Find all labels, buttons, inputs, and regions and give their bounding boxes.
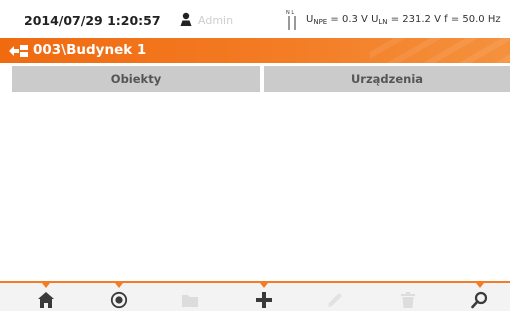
button-marker — [260, 283, 268, 288]
u-ln-value: = 231.2 V — [390, 14, 441, 25]
measurements: UNPE = 0.3 V ULN = 231.2 V f = 50.0 Hz — [306, 14, 501, 26]
svg-text:N L: N L — [286, 10, 294, 16]
folder-button[interactable] — [170, 283, 210, 311]
structure-icon — [9, 45, 28, 57]
frequency-value: f = 50.0 Hz — [444, 14, 501, 25]
user-icon — [180, 12, 192, 26]
bottom-toolbar — [0, 281, 510, 311]
button-marker — [42, 283, 50, 288]
search-button[interactable] — [460, 283, 500, 311]
current-path: 003\Budynek 1 — [33, 42, 147, 58]
target-button[interactable] — [99, 283, 139, 311]
path-bar: 003\Budynek 1 — [0, 38, 510, 63]
trash-icon — [401, 292, 415, 308]
u-npe-value: = 0.3 V — [330, 14, 368, 25]
delete-button[interactable] — [388, 283, 428, 311]
status-bar: 2014/07/29 1:20:57 Admin N L UNPE = 0.3 … — [0, 0, 510, 38]
u-ln-sub: LN — [378, 18, 388, 26]
nl-terminal-icon: N L — [286, 10, 296, 30]
target-icon — [110, 291, 128, 309]
home-icon — [38, 292, 54, 308]
home-button[interactable] — [26, 283, 66, 311]
folder-icon — [182, 295, 198, 307]
edit-button[interactable] — [315, 283, 355, 311]
plus-icon — [256, 292, 272, 308]
button-marker — [115, 283, 123, 288]
add-button[interactable] — [244, 283, 284, 311]
tab-bar: Obiekty Urządzenia — [12, 66, 510, 92]
tab-devices[interactable]: Urządzenia — [264, 66, 510, 92]
edit-icon — [328, 293, 342, 307]
user-name: Admin — [198, 14, 234, 27]
datetime: 2014/07/29 1:20:57 — [24, 13, 161, 28]
button-marker — [476, 283, 484, 288]
object-list — [0, 94, 510, 281]
tab-objects[interactable]: Obiekty — [12, 66, 260, 92]
search-icon — [471, 291, 488, 309]
u-npe-sub: NPE — [313, 18, 328, 26]
